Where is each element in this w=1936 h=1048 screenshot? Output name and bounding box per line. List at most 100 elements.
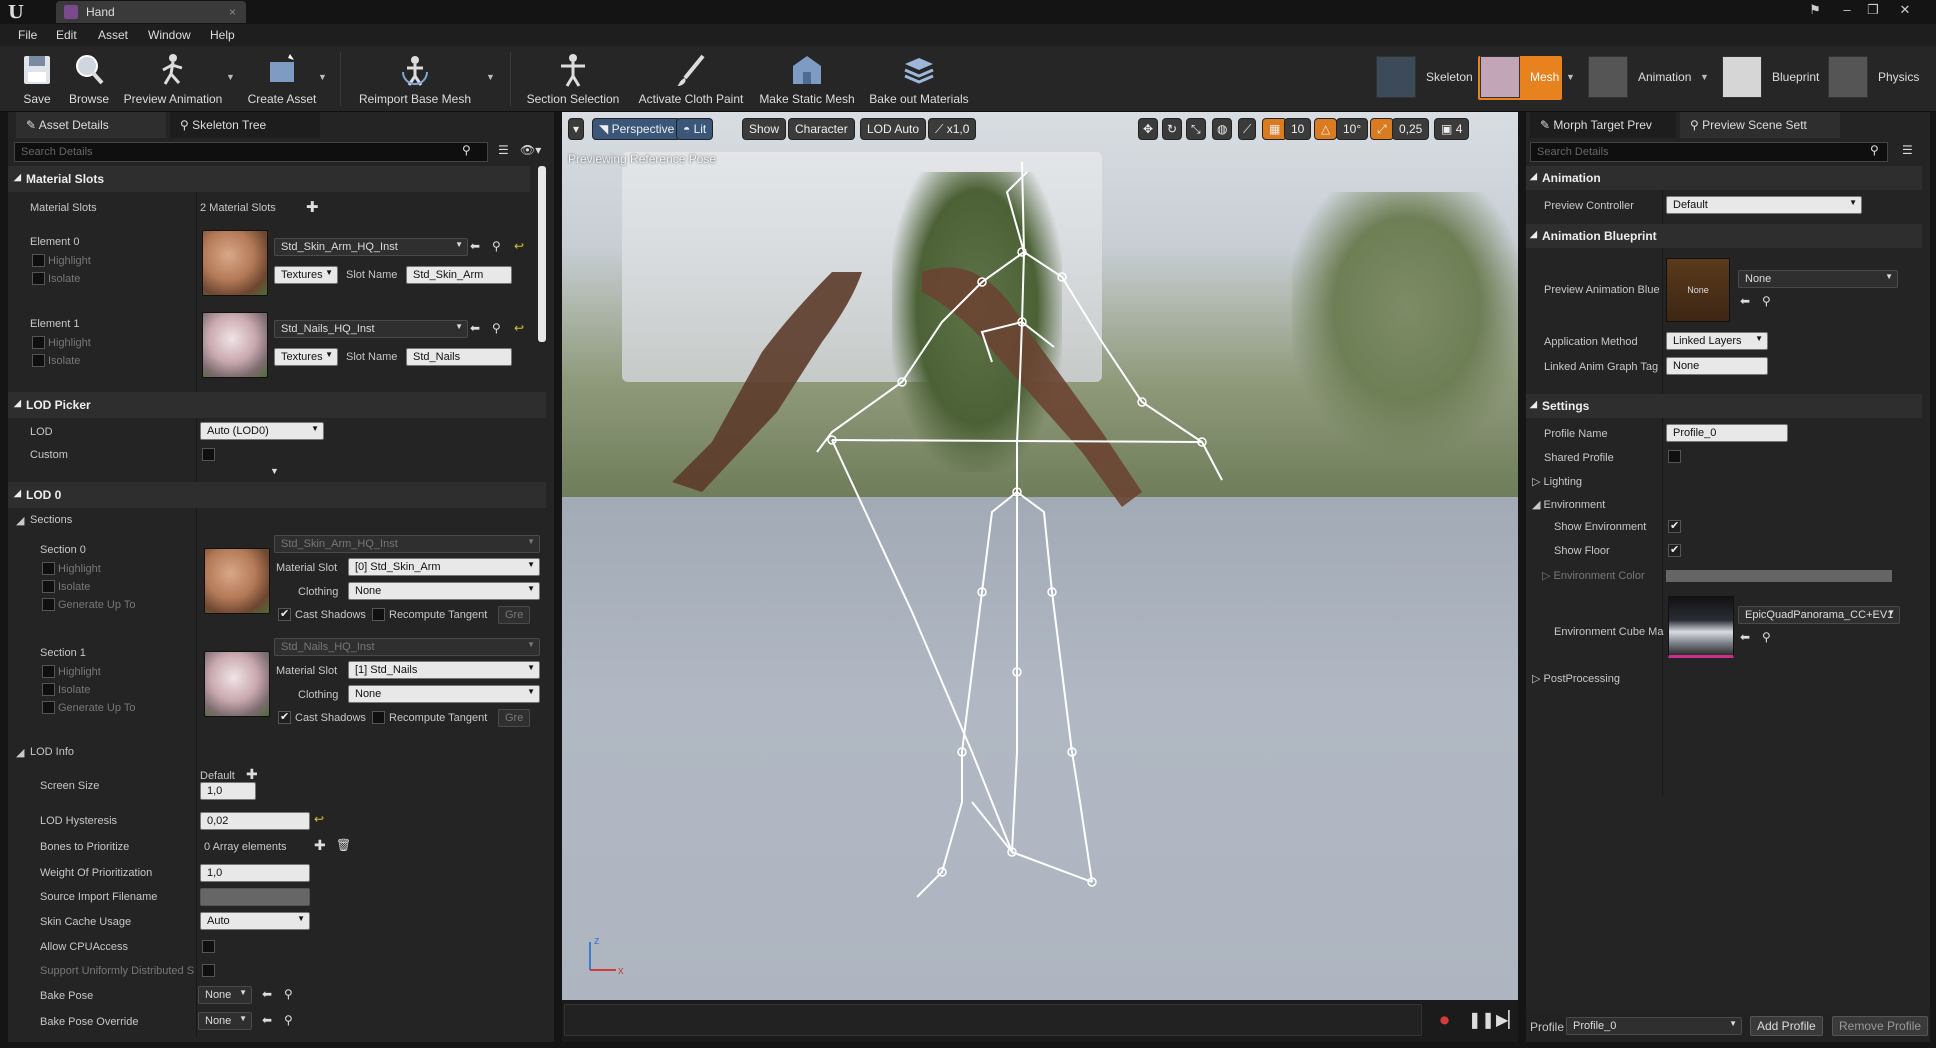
element-1-textures-combo[interactable]: Textures ▼ <box>274 348 338 366</box>
use-selected-arrow-icon[interactable]: ⬅ <box>262 1013 272 1027</box>
grid-size-button[interactable]: 10 <box>1284 118 1312 140</box>
reset-icon[interactable]: ↩ <box>514 321 524 335</box>
element-0-slot-name-input[interactable]: Std_Skin_Arm <box>406 266 512 284</box>
scale-snap-button[interactable]: 0,25 <box>1392 118 1430 140</box>
material-thumbnail-skin[interactable] <box>202 230 268 296</box>
environment-expander[interactable]: ◢ Environment <box>1532 498 1605 511</box>
mode-physics-button[interactable]: Physics <box>1826 56 1930 100</box>
expand-advanced-icon[interactable]: ▼ <box>270 466 279 476</box>
browse-asset-icon[interactable]: ⚲ <box>492 321 501 335</box>
menu-asset[interactable]: Asset <box>98 28 128 42</box>
post-processing-expander[interactable]: ▷ PostProcessing <box>1532 672 1620 685</box>
record-icon[interactable]: ⏺ <box>1440 1010 1449 1031</box>
linked-anim-graph-tag-input[interactable]: None <box>1666 357 1768 375</box>
browse-button[interactable]: Browse <box>64 50 114 108</box>
preview-animation-dropdown-icon[interactable]: ▼ <box>226 72 235 82</box>
bake-pose-combo[interactable]: None ▼ <box>198 986 252 1004</box>
reimport-base-mesh-button[interactable]: Reimport Base Mesh <box>356 50 474 108</box>
right-search-input[interactable]: Search Details <box>1530 142 1888 162</box>
reimport-dropdown-icon[interactable]: ▼ <box>486 72 495 82</box>
application-method-combo[interactable]: Linked Layers ▼ <box>1666 332 1768 350</box>
environment-cube-map-thumbnail[interactable] <box>1668 596 1734 658</box>
perspective-button[interactable]: ◥ Perspective <box>592 118 682 140</box>
preview-animation-button[interactable]: Preview Animation <box>118 50 228 108</box>
browse-asset-icon[interactable]: ⚲ <box>492 239 501 253</box>
menu-window[interactable]: Window <box>148 28 191 42</box>
sections-expander-icon[interactable]: ◢ <box>16 514 24 527</box>
environment-color-expander[interactable]: ▷ Environment Color <box>1542 569 1645 582</box>
section-0-material-slot-combo[interactable]: [0] Std_Skin_Arm ▼ <box>348 558 540 576</box>
show-floor-checkbox[interactable] <box>1668 543 1681 557</box>
lighting-expander[interactable]: ▷ Lighting <box>1532 475 1582 488</box>
shared-profile-checkbox[interactable] <box>1668 450 1681 463</box>
rotation-snap-button[interactable]: 10° <box>1336 118 1369 140</box>
material-slots-section[interactable]: ◢ Material Slots <box>8 166 530 192</box>
camera-speed-button[interactable]: ▣ 4 <box>1434 118 1470 140</box>
mode-animation-button[interactable]: Animation <box>1586 56 1696 100</box>
element-0-highlight-checkbox[interactable] <box>32 254 45 267</box>
left-search-input[interactable]: Search Details <box>14 142 488 162</box>
document-tab[interactable]: Hand × <box>56 1 246 23</box>
profile-combo[interactable]: Profile_0 ▼ <box>1566 1017 1742 1035</box>
screen-size-input[interactable]: 1,0 <box>200 782 256 800</box>
tab-asset-details[interactable]: ✎ Asset Details <box>16 112 166 138</box>
section-selection-button[interactable]: Section Selection <box>526 50 620 108</box>
show-environment-checkbox[interactable] <box>1668 519 1681 533</box>
scale-snap-toggle[interactable]: ⤢ <box>1370 118 1394 140</box>
view-options-icon[interactable]: ☰ <box>498 143 509 157</box>
reset-icon[interactable]: ↩ <box>514 239 524 253</box>
save-button[interactable]: Save <box>14 50 60 108</box>
support-uniformly-distributed-checkbox[interactable] <box>202 964 215 977</box>
custom-lod-checkbox[interactable] <box>202 448 215 461</box>
restore-icon[interactable]: ❐ <box>1862 2 1884 20</box>
element-0-textures-combo[interactable]: Textures ▼ <box>274 266 338 284</box>
surface-snap-icon[interactable]: ⟋ <box>1238 118 1257 140</box>
section-1-material-slot-combo[interactable]: [1] Std_Nails ▼ <box>348 661 540 679</box>
section-1-clothing-combo[interactable]: None ▼ <box>348 685 540 703</box>
animation-blueprint-thumbnail[interactable]: None <box>1666 258 1730 322</box>
reset-icon[interactable]: ↩ <box>314 812 324 826</box>
pause-icon[interactable]: ❚❚ <box>1468 1010 1495 1030</box>
menu-edit[interactable]: Edit <box>56 28 77 42</box>
remove-profile-button[interactable]: Remove Profile <box>1832 1016 1929 1036</box>
section-0-isolate-checkbox[interactable] <box>42 580 55 593</box>
add-platform-icon[interactable]: ✚ <box>246 766 258 783</box>
element-1-slot-name-input[interactable]: Std_Nails <box>406 348 512 366</box>
rotation-snap-toggle[interactable]: △ <box>1314 118 1338 140</box>
left-scrollbar[interactable] <box>538 166 546 342</box>
section-1-recompute-channel-combo[interactable]: Gre <box>498 709 530 727</box>
timeline-track[interactable] <box>564 1004 1422 1036</box>
mesh-mode-dropdown-icon[interactable]: ▼ <box>1566 72 1575 82</box>
viewport[interactable]: ▾ ◥ Perspective ◓ Lit Show Character LOD… <box>562 112 1518 1000</box>
browse-asset-icon[interactable]: ⚲ <box>1762 630 1771 644</box>
animation-mode-dropdown-icon[interactable]: ▼ <box>1700 72 1709 82</box>
lod-picker-section[interactable]: ◢ LOD Picker <box>8 392 546 418</box>
close-tab-icon[interactable]: × <box>229 5 236 19</box>
source-import-filename-input[interactable] <box>200 888 310 906</box>
world-local-icon[interactable]: ◍ <box>1212 118 1233 140</box>
lod-hysteresis-input[interactable]: 0,02 <box>200 812 310 830</box>
bake-pose-override-combo[interactable]: None ▼ <box>198 1012 252 1030</box>
menu-file[interactable]: File <box>18 28 37 42</box>
character-button[interactable]: Character <box>788 118 855 140</box>
settings-section[interactable]: ◢ Settings <box>1526 394 1922 418</box>
make-static-mesh-button[interactable]: Make Static Mesh <box>758 50 856 108</box>
playback-speed-button[interactable]: ⟋ x1,0 <box>928 118 977 140</box>
close-window-icon[interactable]: ✕ <box>1894 2 1916 20</box>
tab-morph-target-preview[interactable]: ✎ Morph Target Prev <box>1530 112 1676 138</box>
element-1-highlight-checkbox[interactable] <box>32 336 45 349</box>
create-asset-button[interactable]: Create Asset <box>244 50 320 108</box>
section-1-recompute-tangent-checkbox[interactable] <box>372 711 385 724</box>
tab-preview-scene-settings[interactable]: ⚲ Preview Scene Sett <box>1680 112 1840 138</box>
section-1-cast-shadows-checkbox[interactable] <box>278 710 291 724</box>
create-asset-dropdown-icon[interactable]: ▼ <box>318 72 327 82</box>
section-1-material-combo[interactable]: Std_Nails_HQ_Inst ▼ <box>274 638 540 656</box>
bake-out-materials-button[interactable]: Bake out Materials <box>864 50 974 108</box>
section-1-generate-checkbox[interactable] <box>42 701 55 714</box>
preview-animation-blueprint-combo[interactable]: None ▼ <box>1738 270 1898 288</box>
section-1-isolate-checkbox[interactable] <box>42 683 55 696</box>
scale-mode-icon[interactable]: ⤡ <box>1186 118 1206 140</box>
section-0-recompute-channel-combo[interactable]: Gre <box>498 606 530 624</box>
show-button[interactable]: Show <box>742 118 787 140</box>
minimize-icon[interactable]: – <box>1836 2 1858 20</box>
